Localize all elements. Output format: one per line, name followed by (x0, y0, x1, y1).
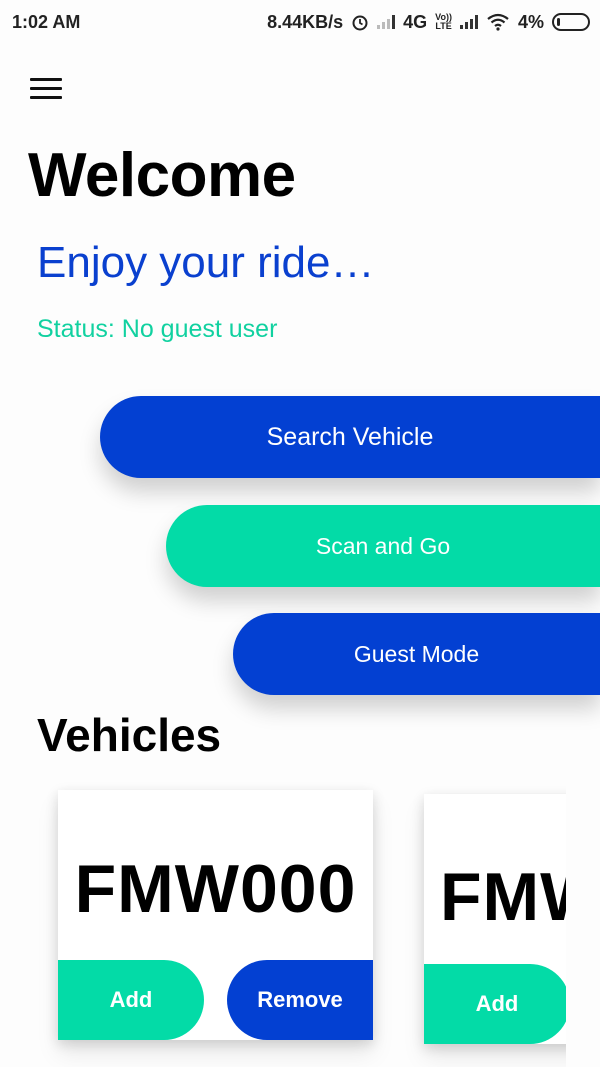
search-vehicle-button[interactable]: Search Vehicle (100, 396, 600, 478)
vehicle-plate: FMW000 (74, 851, 357, 927)
vehicle-plate: FMW (440, 859, 566, 935)
page-title: Welcome (28, 141, 296, 210)
status-bar: 1:02 AM 8.44KB/s 4G Vo)) LTE 4% (0, 0, 600, 44)
signal-icon-2 (459, 15, 478, 29)
page-subtitle: Enjoy your ride… (37, 238, 375, 287)
vehicles-heading: Vehicles (37, 709, 222, 761)
network-speed: 8.44KB/s (267, 11, 344, 32)
wifi-icon (487, 13, 509, 31)
add-vehicle-button[interactable]: Add (424, 964, 566, 1044)
alarm-icon (352, 15, 368, 31)
volte-bottom: LTE (435, 21, 452, 31)
app-screen: 1:02 AM 8.44KB/s 4G Vo)) LTE 4% Welcome E… (0, 0, 600, 1067)
battery-percent: 4% (517, 11, 544, 32)
guest-mode-button[interactable]: Guest Mode (233, 613, 600, 695)
menu-icon[interactable] (30, 78, 62, 102)
battery-icon (552, 13, 590, 31)
add-vehicle-button[interactable]: Add (58, 960, 204, 1040)
network-type: 4G (403, 11, 428, 32)
vehicle-card[interactable]: FMW000 Add Remove (58, 790, 373, 1040)
volte-icon: Vo)) LTE (435, 13, 452, 31)
scan-and-go-button[interactable]: Scan and Go (166, 505, 600, 587)
status-icons: 8.44KB/s 4G Vo)) LTE 4% (267, 12, 590, 33)
signal-icon (377, 15, 396, 29)
guest-status: Status: No guest user (37, 315, 278, 343)
vehicle-card[interactable]: FMW Add (424, 794, 566, 1044)
clock: 1:02 AM (12, 11, 81, 32)
vehicles-carousel[interactable]: FMW000 Add Remove FMW Add (0, 780, 566, 1067)
remove-vehicle-button[interactable]: Remove (227, 960, 373, 1040)
